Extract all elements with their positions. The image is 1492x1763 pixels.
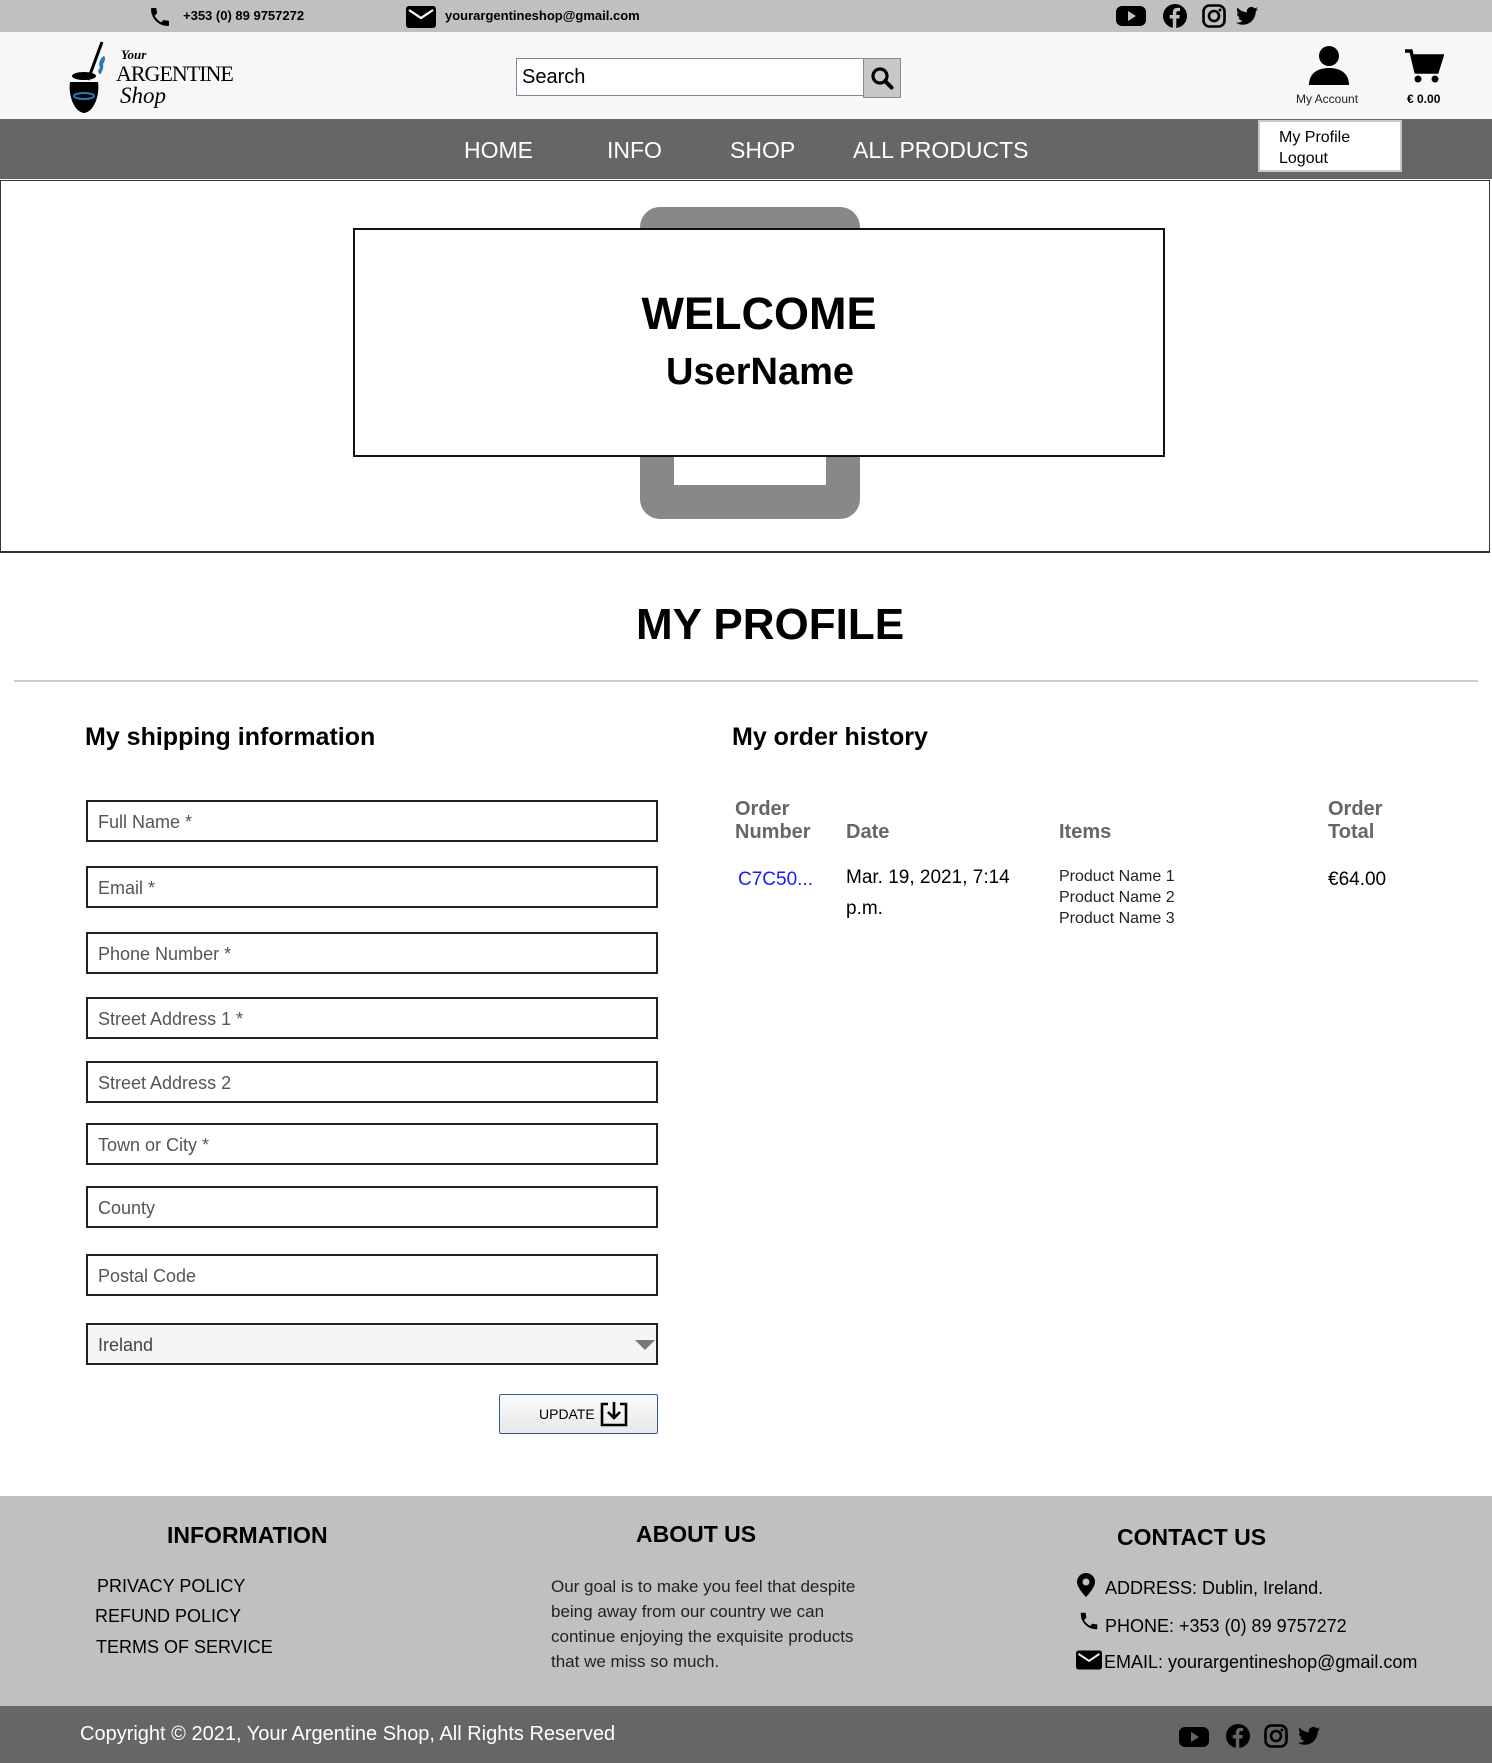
phone-icon <box>148 5 172 29</box>
about-text-line: continue enjoying the exquisite products <box>551 1627 854 1646</box>
privacy-policy-link[interactable]: PRIVACY POLICY <box>97 1576 245 1597</box>
refund-policy-link[interactable]: REFUND POLICY <box>95 1606 241 1627</box>
mate-logo-icon <box>69 41 106 113</box>
street-address-2-field[interactable]: Street Address 2 <box>86 1061 658 1103</box>
shipping-heading: My shipping information <box>85 723 376 751</box>
col-order-number-line2: Number <box>735 821 811 843</box>
cart-icon <box>1405 49 1444 83</box>
chevron-down-icon <box>635 1340 655 1350</box>
phone-field[interactable]: Phone Number * <box>86 932 658 974</box>
logo-line-shop: Shop <box>120 83 166 108</box>
user-icon <box>1309 46 1349 85</box>
full-name-field[interactable]: Full Name * <box>86 800 658 842</box>
order-item: Product Name 1 <box>1059 868 1175 885</box>
col-order-total-line2: Total <box>1328 821 1375 843</box>
order-total: €64.00 <box>1328 869 1387 890</box>
col-order-number: Order Number <box>735 798 811 844</box>
nav-shop[interactable]: SHOP <box>730 137 795 164</box>
col-date: Date <box>846 821 890 843</box>
my-account-button[interactable]: My Account <box>1290 45 1368 107</box>
mail-icon <box>406 6 436 28</box>
order-date-line2: p.m. <box>846 898 883 919</box>
footer-information-heading: INFORMATION <box>167 1522 328 1548</box>
email-field[interactable]: Email * <box>86 866 658 908</box>
youtube-icon[interactable] <box>1116 5 1146 27</box>
search-input[interactable]: Search <box>516 58 864 96</box>
nav-all-products[interactable]: ALL PRODUCTS <box>853 137 1029 164</box>
nav-home[interactable]: HOME <box>464 137 533 164</box>
col-order-number-line1: Order <box>735 798 790 820</box>
my-account-label: My Account <box>1296 92 1359 106</box>
county-field[interactable]: County <box>86 1186 658 1228</box>
order-items: Product Name 1 Product Name 2 Product Na… <box>1059 866 1175 929</box>
cart-total: € 0.00 <box>1407 92 1441 106</box>
menu-item-my-profile[interactable]: My Profile <box>1279 127 1400 148</box>
welcome-username: UserName <box>666 351 854 393</box>
order-date-line1: Mar. 19, 2021, 7:14 <box>846 867 1010 888</box>
instagram-icon[interactable] <box>1202 4 1226 28</box>
update-button[interactable]: UPDATE <box>499 1394 658 1434</box>
search-icon <box>871 67 894 90</box>
welcome-box: WELCOME UserName <box>353 228 1165 457</box>
country-select[interactable]: Ireland <box>86 1323 658 1365</box>
contact-address: ADDRESS: Dublin, Ireland. <box>1105 1578 1324 1598</box>
contact-email[interactable]: EMAIL: yourargentineshop@gmail.com <box>1104 1652 1417 1673</box>
about-text-line: that we miss so much. <box>551 1652 720 1671</box>
footer-about-heading: ABOUT US <box>636 1521 757 1547</box>
save-download-icon <box>600 1402 628 1427</box>
section-divider <box>14 680 1478 682</box>
facebook-icon[interactable] <box>1226 1724 1250 1748</box>
cart-button[interactable]: € 0.00 <box>1398 48 1458 108</box>
topbar-email[interactable]: yourargentineshop@gmail.com <box>445 8 640 23</box>
terms-of-service-link[interactable]: TERMS OF SERVICE <box>96 1637 273 1658</box>
facebook-icon[interactable] <box>1163 4 1187 28</box>
col-items: Items <box>1059 821 1112 843</box>
menu-item-logout[interactable]: Logout <box>1279 148 1400 169</box>
contact-phone: PHONE: +353 (0) 89 9757272 <box>1105 1616 1347 1636</box>
welcome-title: WELCOME <box>641 288 877 339</box>
mail-icon <box>1076 1650 1102 1670</box>
order-number-link[interactable]: C7C50... <box>738 864 813 895</box>
town-city-field[interactable]: Town or City * <box>86 1123 658 1165</box>
col-order-total-line1: Order <box>1328 798 1383 820</box>
instagram-icon[interactable] <box>1264 1724 1288 1748</box>
youtube-icon[interactable] <box>1179 1726 1209 1748</box>
phone-icon <box>1078 1610 1100 1632</box>
copyright-text: Copyright © 2021, Your Argentine Shop, A… <box>80 1723 616 1745</box>
topbar-phone: +353 (0) 89 9757272 <box>183 8 305 23</box>
nav-info[interactable]: INFO <box>607 137 662 164</box>
about-text-line: Our goal is to make you feel that despit… <box>551 1577 856 1596</box>
account-dropdown-menu: My Profile Logout <box>1258 120 1402 172</box>
page-title: MY PROFILE <box>635 600 905 649</box>
street-address-1-field[interactable]: Street Address 1 * <box>86 997 658 1039</box>
site-logo[interactable]: Your ARGENTINE Shop <box>66 40 234 115</box>
search-button[interactable] <box>863 58 901 98</box>
twitter-icon[interactable] <box>1236 6 1258 26</box>
col-order-total: Order Total <box>1328 798 1382 844</box>
order-item: Product Name 3 <box>1059 910 1175 927</box>
footer-contact-heading: CONTACT US <box>1117 1524 1267 1550</box>
location-pin-icon <box>1077 1573 1095 1597</box>
twitter-icon[interactable] <box>1298 1726 1320 1746</box>
order-history-heading: My order history <box>732 723 928 751</box>
country-select-value: Ireland <box>98 1335 154 1355</box>
update-button-label: UPDATE <box>539 1406 595 1422</box>
about-text-line: being away from our country we can <box>551 1602 825 1621</box>
postal-code-field[interactable]: Postal Code <box>86 1254 658 1296</box>
order-date: Mar. 19, 2021, 7:14 p.m. <box>846 862 1010 924</box>
order-item: Product Name 2 <box>1059 889 1175 906</box>
about-text: Our goal is to make you feel that despit… <box>551 1574 855 1674</box>
